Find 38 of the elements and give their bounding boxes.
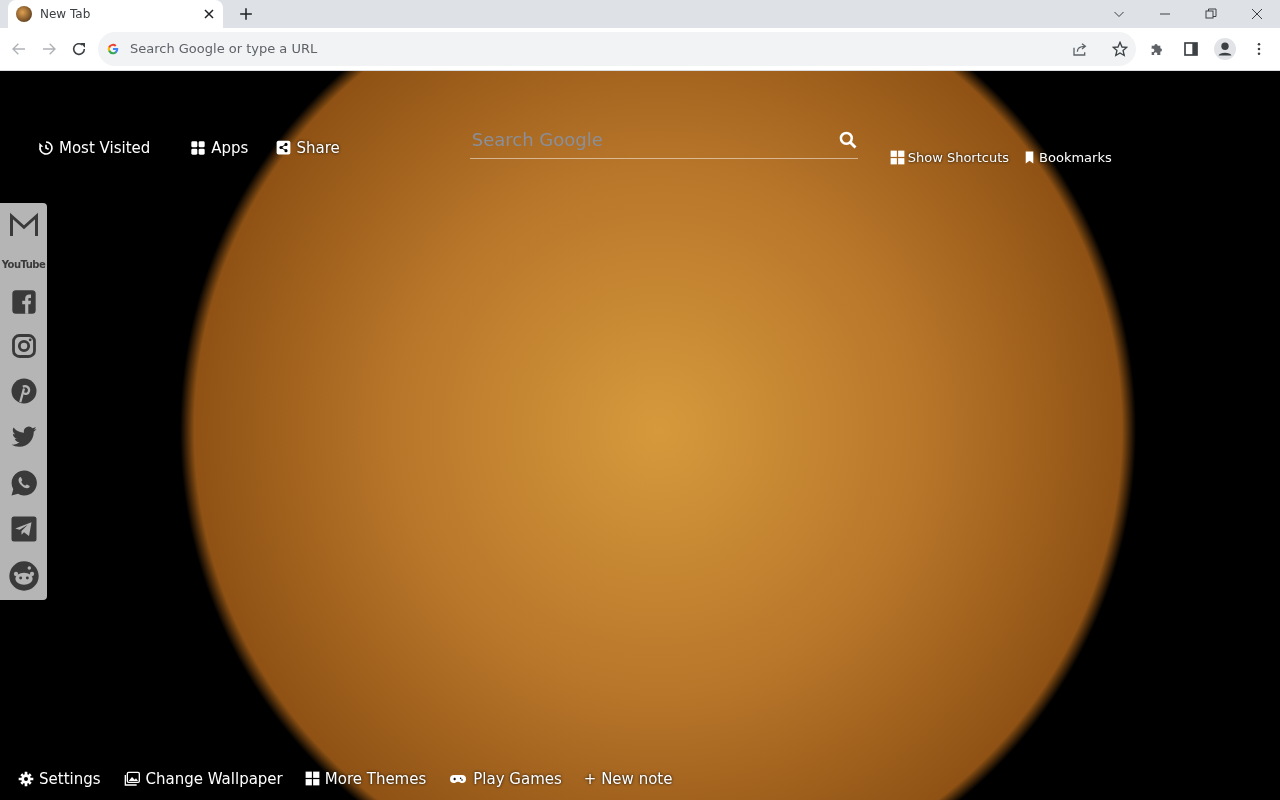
side-panel-icon[interactable] (1183, 41, 1199, 57)
youtube-logo[interactable]: YouTube (1, 257, 46, 272)
grid-link[interactable]: More Themes (304, 767, 427, 790)
reddit-icon[interactable] (7, 560, 40, 592)
images-icon (122, 770, 141, 787)
grid-icon (190, 139, 207, 156)
google-g-icon (106, 42, 120, 56)
address-bar[interactable]: Search Google or type a URL (98, 32, 1136, 66)
puzzle-piece-icon[interactable] (1149, 41, 1165, 57)
restore-icon[interactable] (1205, 8, 1217, 20)
grid-icon (889, 149, 905, 165)
bookmarks-link[interactable]: Bookmarks (1023, 147, 1112, 167)
share-link[interactable]: Share (276, 136, 340, 159)
favicon-icon (16, 6, 32, 22)
star-icon[interactable] (1112, 41, 1128, 57)
settings-icon (18, 770, 34, 787)
search-icon[interactable] (837, 129, 858, 150)
browser-tab[interactable]: New Tab (8, 0, 223, 28)
search-field[interactable]: Search Google (469, 125, 838, 154)
change-wallpaper-link[interactable]: Change Wallpaper (122, 767, 283, 790)
close-icon[interactable] (1251, 8, 1263, 20)
facebook-icon[interactable] (9, 288, 38, 316)
grid-icon (304, 771, 320, 787)
apps-link[interactable]: Apps (190, 136, 249, 159)
share-icon (276, 140, 292, 156)
most-visited-link[interactable]: Most Visited (38, 136, 151, 159)
new-tab-icon[interactable] (239, 7, 253, 21)
tab-title: New Tab (40, 6, 92, 23)
profile-avatar-icon[interactable] (1214, 38, 1236, 60)
instagram-icon[interactable] (9, 332, 38, 360)
settings-link[interactable]: Settings (18, 767, 101, 790)
history-icon (38, 139, 54, 156)
grid-link[interactable]: Show Shortcuts (889, 147, 1010, 167)
new-note-link[interactable]: + New note (583, 767, 673, 790)
play-games-link[interactable]: Play Games (448, 767, 562, 790)
close-icon[interactable] (203, 8, 215, 20)
reload-icon[interactable] (71, 41, 87, 57)
share-icon[interactable] (1072, 41, 1088, 57)
